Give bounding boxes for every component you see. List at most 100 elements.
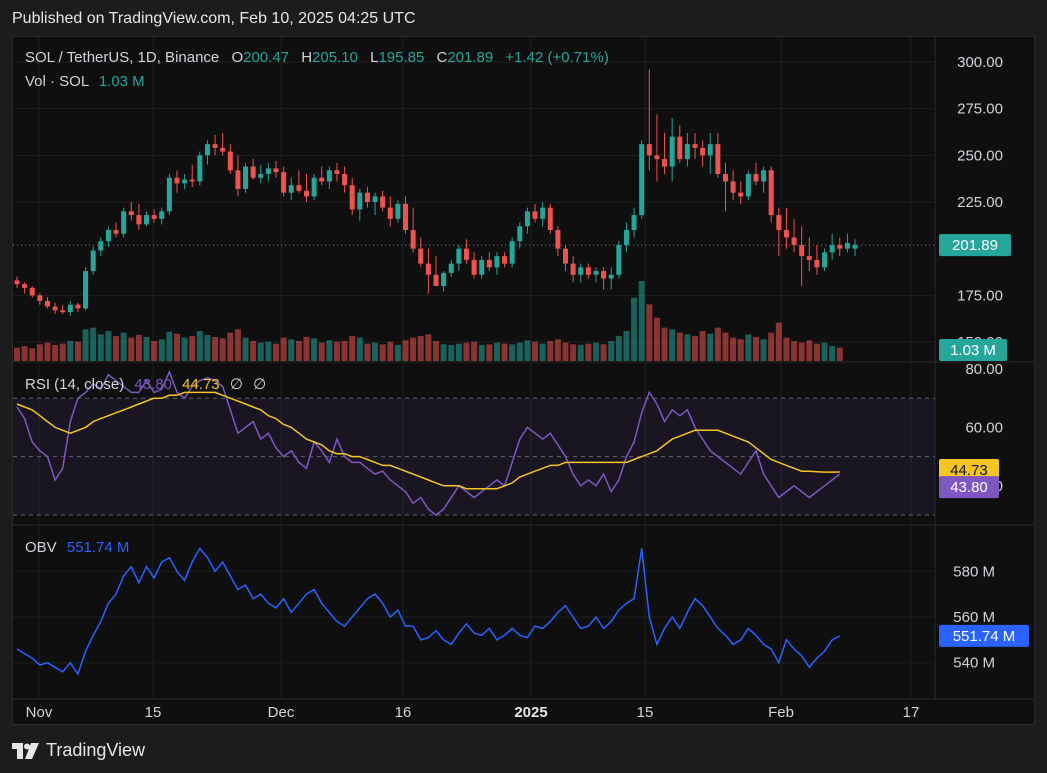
volume-bar <box>463 342 470 361</box>
volume-bar <box>219 338 226 361</box>
rsi-tick-label: 60.00 <box>965 419 1003 436</box>
candle-body <box>281 172 287 193</box>
na-symbol: ∅ <box>253 376 267 393</box>
volume-bar <box>509 344 516 361</box>
candle-body <box>83 271 89 309</box>
obv-tick-label: 560 M <box>953 609 995 626</box>
volume-bar <box>737 339 744 361</box>
candle-body <box>570 263 576 275</box>
na-symbol: ∅ <box>229 376 243 393</box>
volume-bar <box>52 345 59 361</box>
candle-body <box>448 263 454 273</box>
candle-body <box>189 179 195 182</box>
candle-body <box>37 295 43 301</box>
candle-body <box>722 174 728 182</box>
candle-body <box>639 144 645 216</box>
candle-body <box>677 136 683 160</box>
volume-bar <box>387 341 394 361</box>
volume-bar <box>410 337 417 361</box>
obv-tag-label: 551.74 M <box>953 628 1016 645</box>
candle-body <box>814 259 820 268</box>
candle-body <box>334 170 340 174</box>
volume-bar <box>501 343 508 361</box>
volume-bar <box>821 342 828 361</box>
volume-label: Vol · SOL <box>25 73 89 90</box>
candle-body <box>783 230 789 238</box>
candle-body <box>204 144 210 156</box>
candle-body <box>662 159 668 167</box>
candle-body <box>524 211 530 227</box>
volume-bar <box>234 329 241 361</box>
volume-bar <box>135 335 142 361</box>
volume-bar <box>303 337 310 361</box>
close-value: 201.89 <box>447 49 494 66</box>
volume-bar <box>158 339 165 361</box>
candle-body <box>410 230 416 249</box>
candle-body <box>151 215 157 219</box>
candle-body <box>319 177 325 182</box>
candle-body <box>258 174 264 178</box>
candle-body <box>791 237 797 245</box>
volume-bar <box>791 341 798 361</box>
chart-panel[interactable]: 300.00275.00250.00225.00175.00150.00201.… <box>12 36 1035 725</box>
volume-bar <box>67 341 74 361</box>
candle-body <box>235 170 241 189</box>
candle-body <box>243 166 249 189</box>
candle-body <box>265 168 271 174</box>
price-tick-label: 225.00 <box>957 194 1003 211</box>
footer-brand: TradingView <box>12 740 145 761</box>
volume-bar <box>471 341 478 361</box>
x-tick-label: 15 <box>145 704 162 721</box>
volume-bar <box>585 343 592 361</box>
candle-body <box>14 280 20 285</box>
candle-body <box>631 215 637 230</box>
volume-bar <box>189 336 196 361</box>
candle-body <box>29 287 35 296</box>
volume-bar <box>74 341 81 361</box>
price-tick-label: 275.00 <box>957 101 1003 118</box>
candle-body <box>502 256 508 264</box>
candle-body <box>684 144 690 160</box>
volume-bar <box>143 337 150 361</box>
volume-bar <box>372 342 379 361</box>
volume-value: 1.03 M <box>98 73 145 90</box>
candle-body <box>479 259 485 275</box>
candle-body <box>715 144 721 174</box>
candle-body <box>90 250 96 272</box>
volume-bar <box>714 327 721 361</box>
obv-line <box>16 547 841 676</box>
symbol-label: SOL / TetherUS, 1D, Binance <box>25 49 220 66</box>
open-value: 200.47 <box>243 49 290 66</box>
volume-bar <box>455 343 462 361</box>
volume-bar <box>516 342 523 361</box>
candle-body <box>349 185 355 210</box>
candle-body <box>144 215 150 225</box>
volume-bar <box>333 341 340 361</box>
volume-bar <box>356 337 363 361</box>
volume-bar <box>524 340 531 361</box>
volume-bar <box>562 342 569 361</box>
x-tick-label: Feb <box>768 704 794 721</box>
volume-bar <box>600 344 607 361</box>
volume-bar <box>813 343 820 361</box>
candle-body <box>52 306 58 311</box>
volume-bar <box>570 344 577 361</box>
volume-bar <box>592 342 599 361</box>
obv-legend: OBV 551.74 M <box>25 539 129 556</box>
volume-bar <box>265 341 272 361</box>
volume-bar <box>36 344 43 361</box>
volume-bar <box>676 332 683 361</box>
volume-bar <box>433 341 439 361</box>
volume-bar <box>486 344 493 361</box>
candle-body <box>707 144 713 156</box>
volume-bar <box>128 337 135 361</box>
candle-body <box>563 248 569 264</box>
volume-bar <box>829 346 836 361</box>
candle-body <box>768 170 774 216</box>
high-value: 205.10 <box>312 49 358 66</box>
candle-body <box>60 310 66 313</box>
candle-body <box>380 196 386 208</box>
candle-body <box>463 248 469 260</box>
high-label: H <box>301 49 313 66</box>
volume-bar <box>14 347 20 361</box>
